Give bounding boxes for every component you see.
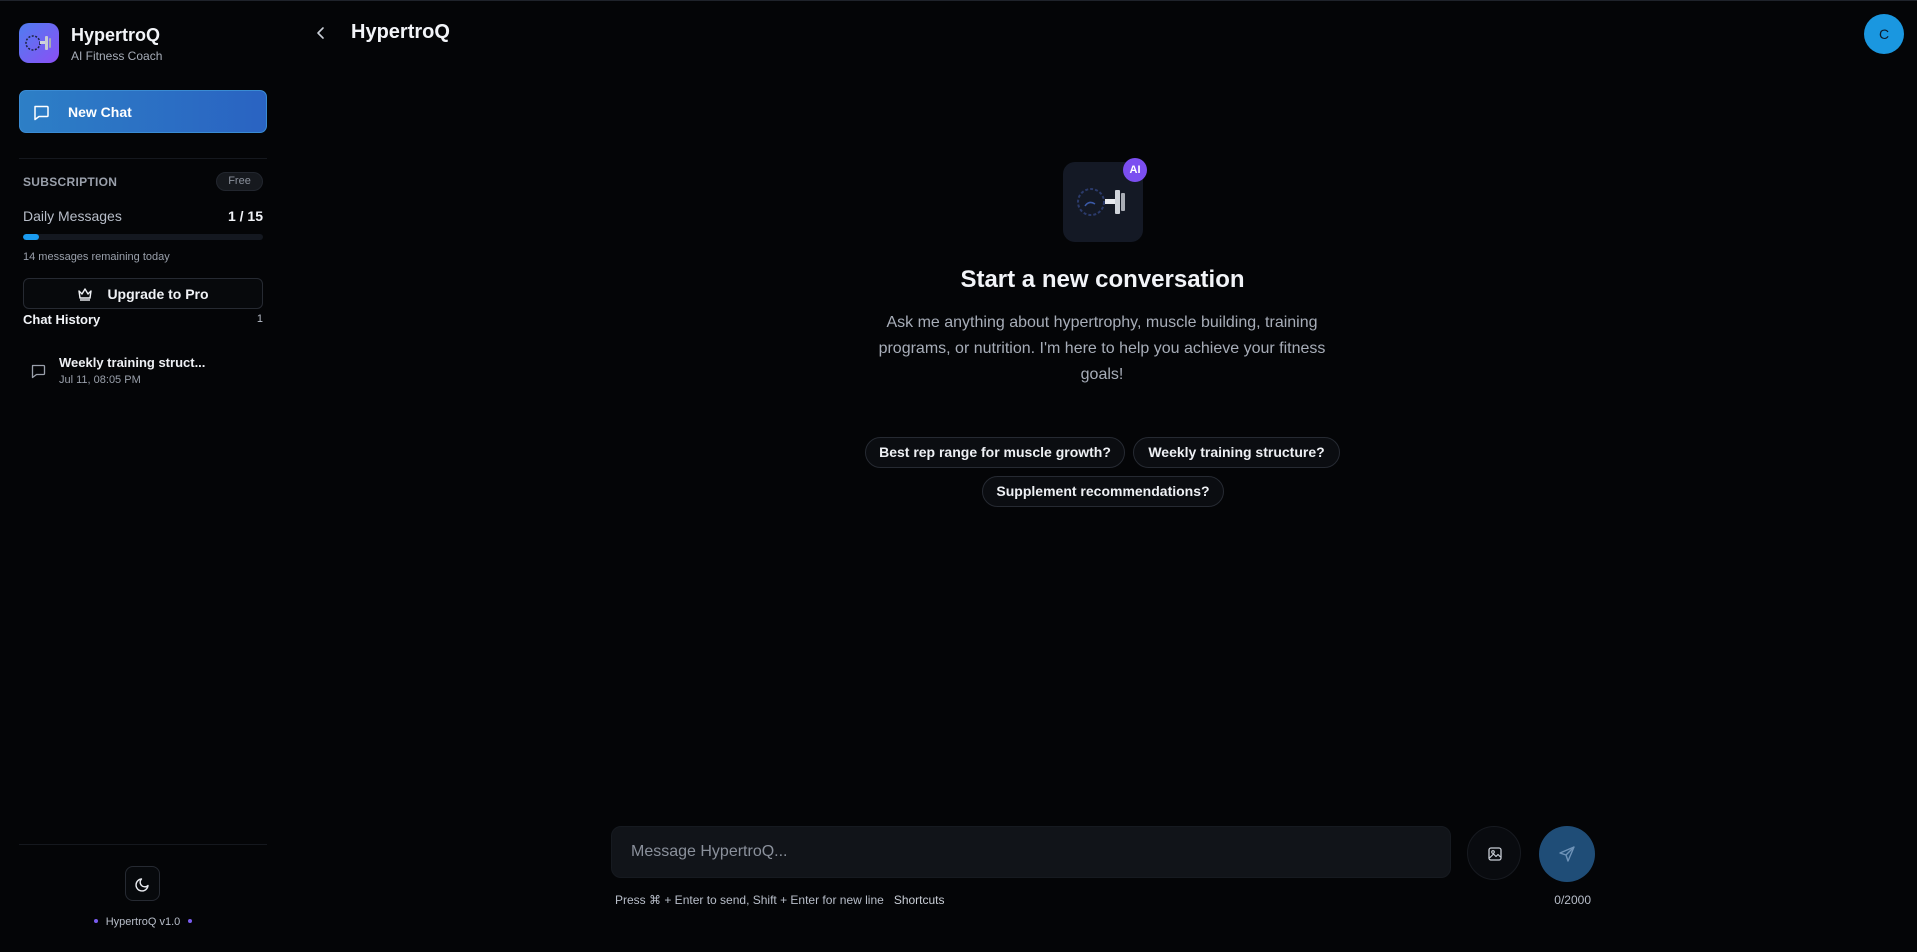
usage-progress-bar <box>23 234 263 240</box>
attach-image-button[interactable] <box>1467 826 1521 880</box>
page-title: HypertroQ <box>351 21 450 43</box>
collapse-sidebar-button[interactable] <box>311 23 331 43</box>
new-chat-button[interactable]: New Chat <box>19 90 267 133</box>
suggestion-chip[interactable]: Weekly training structure? <box>1133 437 1340 468</box>
chat-history-item[interactable]: Weekly training struct... Jul 11, 08:05 … <box>23 351 263 391</box>
character-counter: 0/2000 <box>1554 893 1591 907</box>
chat-history-count: 1 <box>256 313 263 325</box>
app-name: HypertroQ <box>71 24 161 45</box>
chat-history-label: Chat History <box>23 312 101 327</box>
usage-progress-fill <box>23 234 39 240</box>
message-input[interactable] <box>611 826 1451 878</box>
chat-history-date: Jul 11, 08:05 PM <box>59 374 141 386</box>
user-avatar[interactable]: C <box>1864 14 1904 54</box>
divider <box>19 158 267 159</box>
top-border <box>0 0 1917 1</box>
theme-toggle-button[interactable] <box>125 866 160 901</box>
chevron-left-icon <box>317 27 324 39</box>
image-icon <box>1488 847 1502 861</box>
send-icon <box>1559 846 1575 862</box>
messages-remaining: 14 messages remaining today <box>23 251 170 263</box>
suggestion-chip[interactable]: Best rep range for muscle growth? <box>865 437 1125 468</box>
keyboard-hint-text: Press ⌘ + Enter to send, Shift + Enter f… <box>615 893 884 907</box>
brand: HypertroQ AI Fitness Coach <box>19 23 162 63</box>
version-text: HypertroQ v1.0 <box>105 916 181 928</box>
suggestion-chip[interactable]: Supplement recommendations? <box>982 476 1224 507</box>
keyboard-hint: Press ⌘ + Enter to send, Shift + Enter f… <box>615 893 945 907</box>
send-button[interactable] <box>1539 826 1595 882</box>
empty-state-description: Ask me anything about hypertrophy, muscl… <box>878 314 1326 383</box>
app-tagline: AI Fitness Coach <box>71 48 163 63</box>
daily-messages-label: Daily Messages <box>23 208 122 224</box>
empty-state-heading: Start a new conversation <box>960 266 1245 293</box>
sidebar: HypertroQ AI Fitness Coach New Chat SUBS… <box>0 1 286 952</box>
chat-history-title: Weekly training struct... <box>59 355 206 370</box>
new-chat-label: New Chat <box>68 103 132 120</box>
message-square-icon <box>34 105 49 120</box>
shortcuts-link[interactable]: Shortcuts <box>894 893 945 907</box>
message-square-icon <box>31 364 46 379</box>
version-label: HypertroQ v1.0 <box>0 916 286 928</box>
ai-badge: AI <box>1123 158 1147 182</box>
brain-dumbbell-icon <box>19 23 59 63</box>
plan-badge: Free <box>216 172 263 191</box>
daily-messages-count: 1 / 15 <box>227 208 263 224</box>
subscription-label: SUBSCRIPTION <box>23 175 118 189</box>
moon-icon <box>135 878 149 892</box>
divider <box>19 844 267 845</box>
